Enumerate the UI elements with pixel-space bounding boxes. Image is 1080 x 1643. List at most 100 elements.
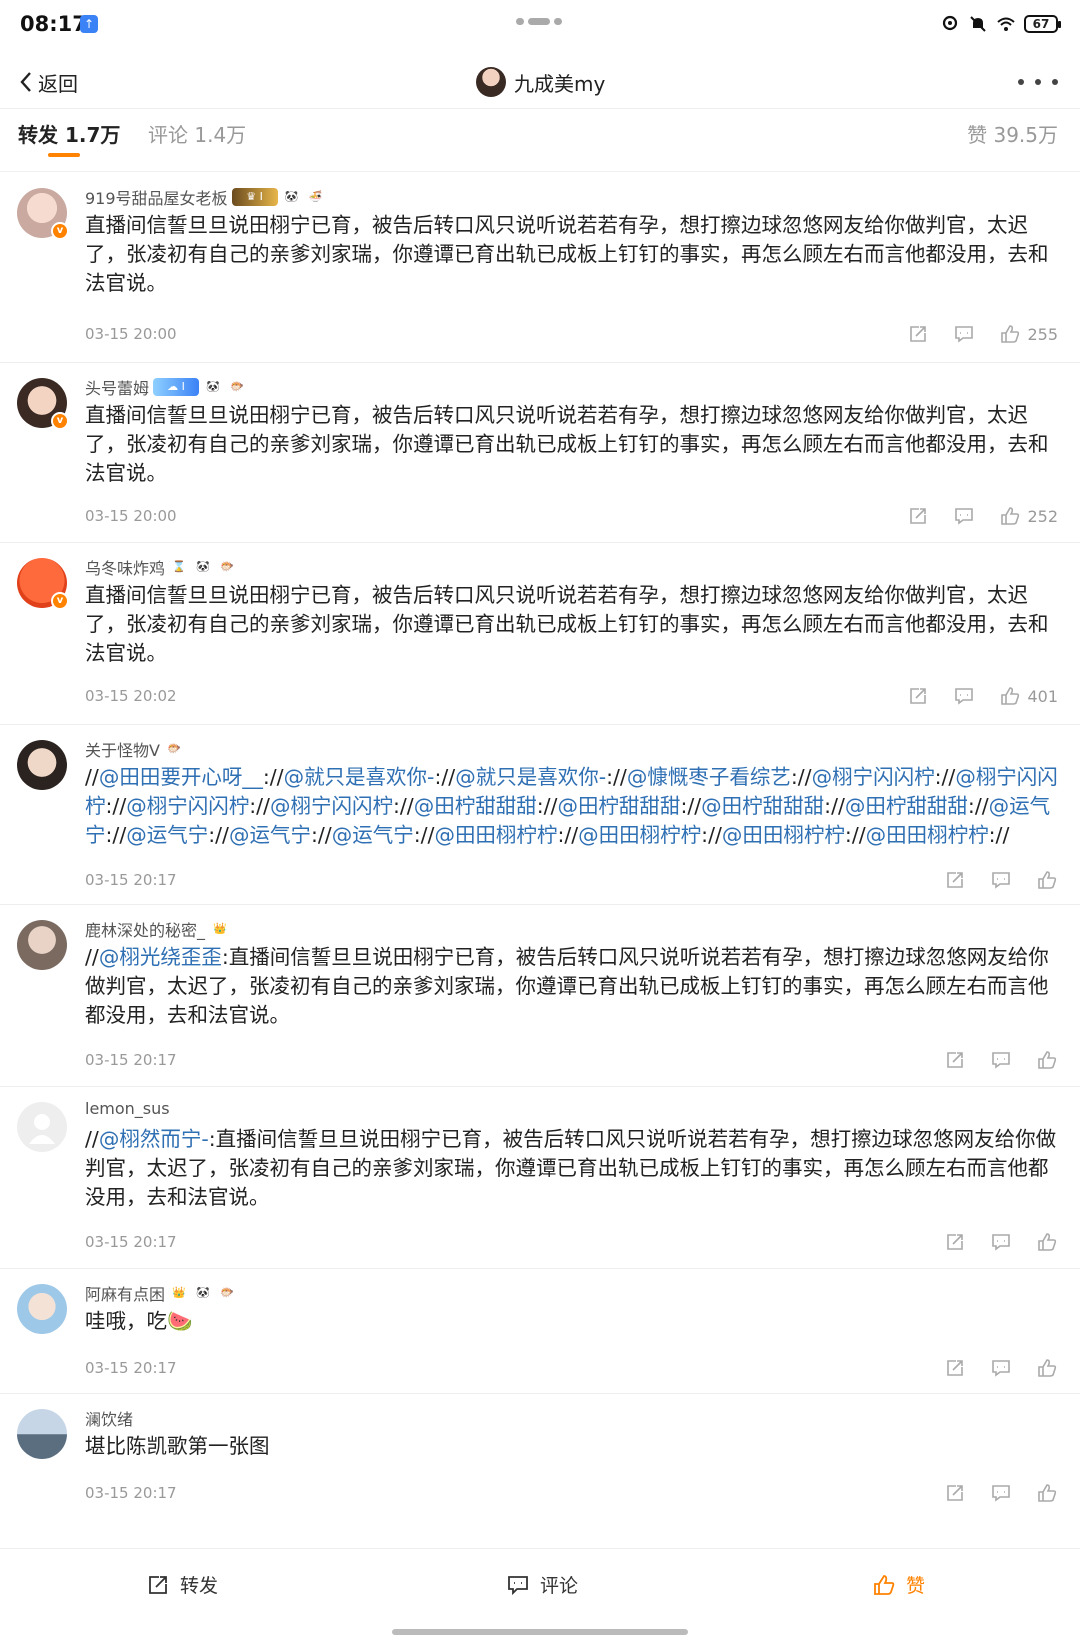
comment-username[interactable]: lemon_sus xyxy=(85,1099,170,1118)
repost-button[interactable] xyxy=(944,1049,966,1071)
repost-icon xyxy=(947,872,963,888)
repost-button[interactable] xyxy=(944,1482,966,1504)
comment-username[interactable]: 关于怪物V xyxy=(85,737,160,761)
mention-link[interactable]: @田田栩柠柠 xyxy=(866,823,989,847)
avatar[interactable] xyxy=(17,1284,67,1334)
comment-username[interactable]: 阿麻有点困 xyxy=(85,1281,165,1305)
like-button[interactable] xyxy=(1036,1049,1058,1071)
mention-link[interactable]: @田田要开心呀__ xyxy=(99,765,263,789)
mention-link[interactable]: @田田栩柠柠 xyxy=(434,823,557,847)
like-button[interactable] xyxy=(1036,1231,1058,1253)
comment-text-segment: :// xyxy=(413,823,435,847)
comment-button[interactable] xyxy=(990,1049,1012,1071)
avatar[interactable] xyxy=(17,1102,67,1152)
bottom-comment-button[interactable]: 评论 xyxy=(506,1571,578,1598)
comment-button[interactable] xyxy=(953,685,975,707)
like-button[interactable]: 255 xyxy=(999,323,1058,345)
more-dots-icon[interactable] xyxy=(1018,67,1058,97)
nav-username[interactable]: 九成美my xyxy=(514,68,605,97)
mention-link[interactable]: @慷慨枣子看综艺 xyxy=(627,765,791,789)
mention-link[interactable]: @田柠甜甜甜 xyxy=(557,794,680,818)
mention-link[interactable]: @田柠甜甜甜 xyxy=(414,794,537,818)
mention-link[interactable]: @就只是喜欢你- xyxy=(284,765,435,789)
repost-button[interactable] xyxy=(907,323,929,345)
mention-link[interactable]: @就只是喜欢你- xyxy=(455,765,606,789)
comment-text-segment: :// xyxy=(434,765,456,789)
like-button[interactable]: 252 xyxy=(999,505,1058,527)
repost-button[interactable] xyxy=(944,1231,966,1253)
mention-link[interactable]: @栩宁闪闪柠 xyxy=(270,794,393,818)
user-avatar[interactable] xyxy=(476,67,506,97)
comment-text: 直播间信誓旦旦说田栩宁已育，被告后转口风只说听说若若有孕，想打擦边球忽悠网友给你… xyxy=(85,211,1060,298)
comment-text-segment: // xyxy=(85,1127,99,1151)
comment-icon xyxy=(992,1360,1010,1377)
like-button[interactable]: 401 xyxy=(999,685,1058,707)
mention-link[interactable]: @栩光绕歪歪 xyxy=(99,945,222,969)
tab-likes[interactable]: 赞 39.5万 xyxy=(967,119,1058,148)
comment-button[interactable] xyxy=(953,323,975,345)
comment-button[interactable] xyxy=(990,869,1012,891)
mention-link[interactable]: @栩宁闪闪柠 xyxy=(812,765,935,789)
mention-link[interactable]: @运气宁 xyxy=(332,823,414,847)
comment-icon xyxy=(508,1575,528,1595)
repost-icon xyxy=(947,1485,963,1501)
battery-icon: 67 xyxy=(1024,15,1061,33)
avatar[interactable] xyxy=(17,920,67,970)
avatar[interactable]: v xyxy=(17,378,69,430)
wifi-icon xyxy=(997,17,1015,31)
comment-username[interactable]: 919号甜品屋女老板 xyxy=(85,185,228,209)
home-indicator[interactable] xyxy=(392,1629,688,1635)
avatar[interactable] xyxy=(17,740,67,790)
comment-icon xyxy=(992,1234,1010,1251)
list-item: v 乌冬味炸鸡 ⌛ 🐼 🐡 直播间信誓旦旦说田栩宁已育，被告后转口风只说听说若若… xyxy=(0,543,1080,725)
like-button[interactable] xyxy=(1036,1482,1058,1504)
nav-user[interactable]: 九成美my xyxy=(476,62,605,102)
comment-button[interactable] xyxy=(990,1357,1012,1379)
mention-link[interactable]: @田田栩柠柠 xyxy=(722,823,845,847)
crown-badge-icon: 👑 xyxy=(213,922,227,935)
comment-button[interactable] xyxy=(953,505,975,527)
comment-icon xyxy=(992,1052,1010,1069)
comment-time: 03-15 20:17 xyxy=(85,1359,177,1377)
bottom-action-bar: 转发 评论 赞 xyxy=(0,1548,1080,1643)
thumbs-up-icon xyxy=(1038,871,1057,889)
comment-button[interactable] xyxy=(990,1231,1012,1253)
mention-link[interactable]: @栩然而宁- xyxy=(99,1127,209,1151)
repost-button[interactable] xyxy=(907,505,929,527)
comment-username[interactable]: 鹿林深处的秘密_ xyxy=(85,917,205,941)
repost-list: v 919号甜品屋女老板 ♛ I 🐼 🍜 直播间信誓旦旦说田栩宁已育，被告后转口… xyxy=(0,173,1080,1534)
comment-text: 哇哦，吃🍉 xyxy=(85,1307,1060,1336)
bottom-like-button[interactable]: 赞 xyxy=(872,1571,925,1598)
repost-button[interactable] xyxy=(944,1357,966,1379)
mention-link[interactable]: @田田栩柠柠 xyxy=(578,823,701,847)
repost-button[interactable] xyxy=(944,869,966,891)
mention-link[interactable]: @田柠甜甜甜 xyxy=(845,794,968,818)
like-button[interactable] xyxy=(1036,869,1058,891)
comment-username[interactable]: 乌冬味炸鸡 xyxy=(85,555,165,579)
mention-link[interactable]: @运气宁 xyxy=(126,823,208,847)
thumbs-up-icon xyxy=(1038,1051,1057,1069)
bottom-repost-button[interactable]: 转发 xyxy=(146,1571,218,1598)
comment-username[interactable]: 澜饮绪 xyxy=(85,1406,133,1430)
repost-icon xyxy=(947,1234,963,1250)
mention-link[interactable]: @运气宁 xyxy=(229,823,311,847)
back-button[interactable]: 返回 xyxy=(18,65,78,99)
multitask-dots-icon[interactable] xyxy=(516,18,566,26)
avatar[interactable]: v xyxy=(17,188,69,240)
comment-username[interactable]: 头号蕾姆 xyxy=(85,375,149,399)
comment-button[interactable] xyxy=(990,1482,1012,1504)
mention-link[interactable]: @栩宁闪闪柠 xyxy=(126,794,249,818)
mention-link[interactable]: @田柠甜甜甜 xyxy=(701,794,824,818)
comment-text-segment: :// xyxy=(105,823,127,847)
tab-reposts[interactable]: 转发 1.7万 xyxy=(18,119,120,148)
like-button[interactable] xyxy=(1036,1357,1058,1379)
tab-comments[interactable]: 评论 1.4万 xyxy=(148,119,246,148)
comment-time: 03-15 20:17 xyxy=(85,871,177,889)
avatar[interactable] xyxy=(17,1409,67,1459)
tab-likes-count: 39.5万 xyxy=(993,123,1058,147)
app-notification-icon: ↑ xyxy=(80,15,98,33)
noodle-badge-icon: 🍜 xyxy=(308,190,323,203)
repost-button[interactable] xyxy=(907,685,929,707)
avatar[interactable]: v xyxy=(17,558,69,610)
comment-text-segment: :// xyxy=(988,823,1010,847)
